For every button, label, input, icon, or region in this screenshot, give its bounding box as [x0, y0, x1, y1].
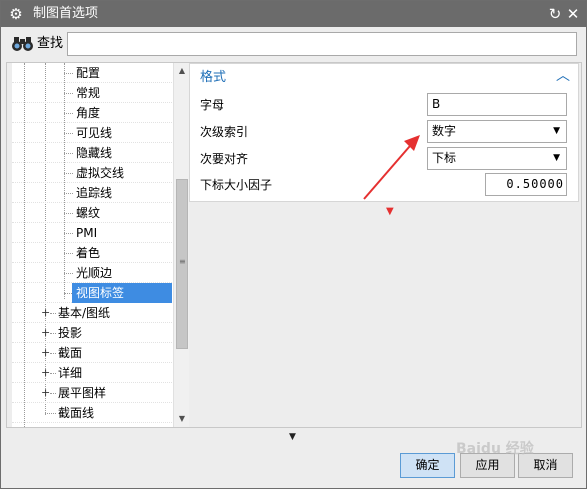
tree-connector: [64, 193, 73, 194]
tree-item-threads[interactable]: 螺纹: [12, 203, 172, 223]
tree-item-label: 投影: [58, 326, 83, 340]
tree-connector: [64, 293, 72, 294]
tree-item-label: 角度: [76, 106, 101, 120]
scroll-up-icon[interactable]: ▲: [174, 63, 190, 79]
settings-tree: 配置 常规 角度 可见线 隐藏线 虚拟交线 追踪线 螺纹 PMI 着色 光顺边 …: [12, 63, 189, 427]
letter-field[interactable]: B: [427, 93, 567, 116]
annotation-marker-icon: ▼: [386, 206, 394, 217]
sub-index-label: 次级索引: [200, 125, 249, 139]
tree-item-label: 截面线: [58, 406, 95, 420]
tree-item-label: 螺纹: [76, 206, 101, 220]
scroll-thumb[interactable]: ≡: [176, 179, 188, 349]
tree-item-label: 视图标签: [72, 283, 172, 303]
tree-item-section-line[interactable]: 截面线: [12, 403, 172, 423]
tree-item-general[interactable]: 常规: [12, 83, 172, 103]
tree-item-label: 光顺边: [76, 266, 113, 280]
sub-index-select[interactable]: 数字 ▼: [427, 120, 567, 143]
window-title: 制图首选项: [33, 6, 99, 21]
tree-connector: [64, 213, 73, 214]
tree-item-section[interactable]: + 截面: [12, 343, 172, 363]
tree-item-pmi[interactable]: PMI: [12, 223, 172, 243]
tree-item-config[interactable]: 配置: [12, 63, 172, 83]
tree-item-trace-lines[interactable]: 追踪线: [12, 183, 172, 203]
subscript-scale-field[interactable]: 0.50000: [485, 173, 567, 196]
tree-item-view-label[interactable]: 视图标签: [12, 283, 172, 303]
tree-item-label: 隐藏线: [76, 146, 113, 160]
binoculars-icon: [12, 37, 33, 51]
tree-connector: [45, 413, 56, 414]
tree-item-basic-sheet[interactable]: + 基本/图纸: [12, 303, 172, 323]
expand-icon[interactable]: +: [41, 307, 50, 318]
tree-item-shading[interactable]: 着色: [12, 243, 172, 263]
preferences-dialog: ⚙ 制图首选项 ↻ ✕ 查找 配置 常规 角度 可见线 隐藏线 虚拟交线 追踪线…: [0, 0, 587, 489]
tree-item-label: PMI: [76, 226, 98, 240]
tree-scrollbar[interactable]: ▲ ≡ ▼: [173, 63, 189, 427]
subscript-scale-label: 下标大小因子: [200, 178, 273, 192]
subscript-scale-value: 0.50000: [506, 177, 564, 191]
tree-item-angle[interactable]: 角度: [12, 103, 172, 123]
tree-connector: [64, 173, 73, 174]
tree-item-visible-lines[interactable]: 可见线: [12, 123, 172, 143]
tree-connector: [64, 113, 73, 114]
tree-connector: [64, 253, 73, 254]
tree-item-label: 基本/图纸: [58, 306, 111, 320]
tree-connector: [64, 73, 73, 74]
refresh-icon[interactable]: ↻: [546, 5, 564, 23]
dropdown-caret-icon: ▼: [553, 126, 560, 136]
section-title: 格式: [200, 70, 227, 85]
tree-item-hidden-lines[interactable]: 隐藏线: [12, 143, 172, 163]
search-input[interactable]: [67, 32, 577, 56]
main-content: 配置 常规 角度 可见线 隐藏线 虚拟交线 追踪线 螺纹 PMI 着色 光顺边 …: [6, 62, 582, 428]
tree-connector: [64, 233, 73, 234]
secondary-align-value: 下标: [432, 151, 457, 165]
tree-connector: [64, 133, 73, 134]
tree-item-label: 截面: [58, 346, 83, 360]
letter-label: 字母: [200, 98, 225, 112]
secondary-align-label: 次要对齐: [200, 152, 249, 166]
tree-item-projection[interactable]: + 投影: [12, 323, 172, 343]
tree-list: 配置 常规 角度 可见线 隐藏线 虚拟交线 追踪线 螺纹 PMI 着色 光顺边 …: [12, 63, 172, 427]
tree-item-label: 可见线: [76, 126, 113, 140]
watermark: Baidu 经验: [456, 441, 534, 457]
gear-icon: ⚙: [9, 5, 23, 23]
tree-item-smooth-edges[interactable]: 光顺边: [12, 263, 172, 283]
ok-button[interactable]: 确定: [400, 453, 455, 478]
tree-connector: [64, 93, 73, 94]
grip-icon: ≡: [179, 257, 186, 266]
chevron-up-icon[interactable]: ︿: [556, 69, 570, 83]
expand-more-icon[interactable]: ▼: [289, 432, 296, 442]
expand-icon[interactable]: +: [41, 387, 50, 398]
tree-item-label: 追踪线: [76, 186, 113, 200]
find-label: 查找: [37, 36, 64, 51]
tree-item-label: 虚拟交线: [76, 166, 125, 180]
dropdown-caret-icon: ▼: [553, 153, 560, 163]
expand-icon[interactable]: +: [41, 367, 50, 378]
tree-item-detail[interactable]: + 详细: [12, 363, 172, 383]
tree-item-label: 常规: [76, 86, 101, 100]
search-bar: 查找: [1, 27, 586, 61]
tree-item-label: 配置: [76, 66, 101, 80]
tree-connector: [64, 273, 73, 274]
annotation-arrow: [363, 135, 420, 200]
title-bar: ⚙ 制图首选项 ↻ ✕: [1, 1, 586, 27]
expand-icon[interactable]: +: [41, 347, 50, 358]
tree-item-label: 展平图样: [58, 386, 107, 400]
scroll-down-icon[interactable]: ▼: [174, 411, 190, 427]
tree-connector: [64, 153, 73, 154]
sub-index-value: 数字: [432, 124, 457, 138]
secondary-align-select[interactable]: 下标 ▼: [427, 147, 567, 170]
tree-item-label: 着色: [76, 246, 101, 260]
expand-icon[interactable]: +: [41, 327, 50, 338]
close-icon[interactable]: ✕: [564, 5, 582, 23]
tree-item-virtual-intersections[interactable]: 虚拟交线: [12, 163, 172, 183]
letter-value: B: [432, 97, 441, 111]
tree-item-label: 详细: [58, 366, 83, 380]
tree-item-flat-pattern[interactable]: + 展平图样: [12, 383, 172, 403]
